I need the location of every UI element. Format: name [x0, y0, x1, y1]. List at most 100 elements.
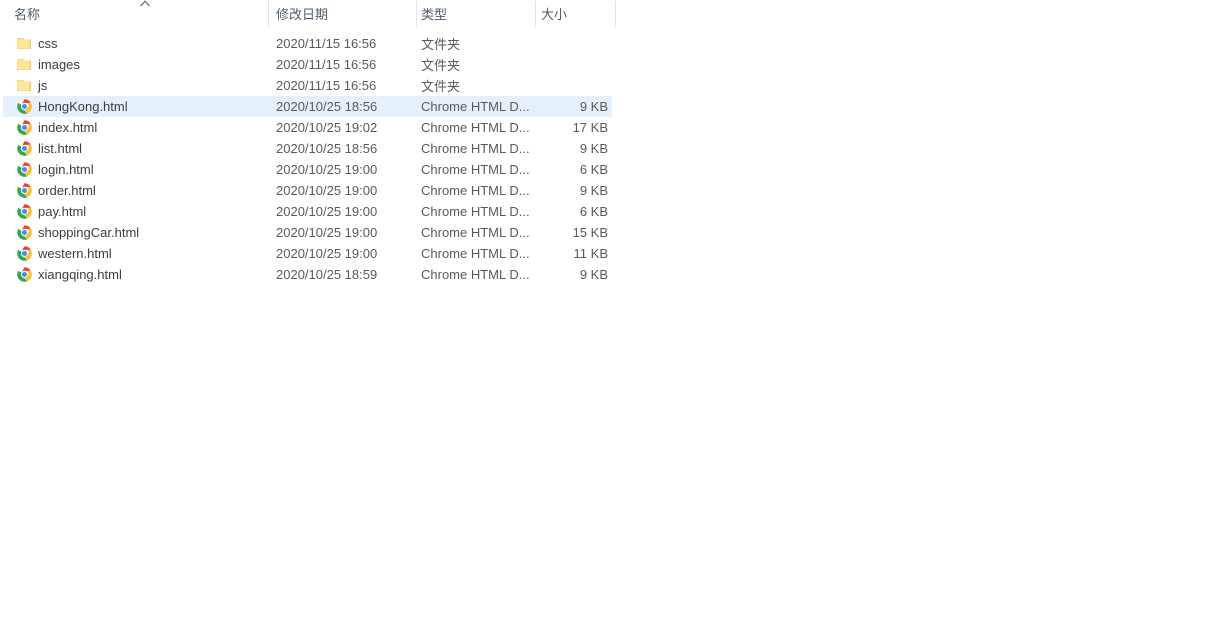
chrome-html-icon — [16, 119, 33, 136]
column-divider-size-end[interactable] — [615, 1, 616, 27]
file-row[interactable]: pay.html 2020/10/25 19:00 Chrome HTML D...… — [0, 201, 616, 222]
column-divider-date-type[interactable] — [416, 1, 417, 27]
file-name-cell[interactable]: HongKong.html — [16, 96, 266, 117]
file-date-modified-cell: 2020/10/25 18:59 — [276, 267, 378, 282]
file-size-cell — [535, 54, 608, 75]
file-name-cell[interactable]: js — [16, 75, 266, 96]
column-header-type[interactable]: 类型 — [416, 0, 535, 27]
folder-icon — [16, 56, 33, 73]
chrome-html-icon — [16, 266, 33, 283]
column-header-date-modified-label: 修改日期 — [276, 7, 329, 22]
file-type-cell: 文件夹 — [421, 37, 461, 52]
file-date-modified-cell: 2020/11/15 16:56 — [276, 78, 377, 93]
column-header-date-modified[interactable]: 修改日期 — [268, 0, 416, 27]
file-row[interactable]: login.html 2020/10/25 19:00 Chrome HTML D.… — [0, 159, 616, 180]
file-name-label: western.html — [38, 246, 112, 261]
file-name-label: images — [38, 57, 80, 72]
file-name-label: list.html — [38, 141, 83, 156]
folder-icon — [16, 77, 33, 94]
file-type-cell: 文件夹 — [421, 58, 461, 73]
file-size-cell: 9 KB — [579, 141, 608, 156]
file-name-label: shoppingCar.html — [38, 225, 140, 240]
file-row[interactable]: images 2020/11/15 16:56 文件夹 — [0, 54, 616, 75]
file-date-modified-cell: 2020/11/15 16:56 — [276, 57, 377, 72]
column-header-size-label: 大小 — [541, 7, 568, 22]
file-type-cell: Chrome HTML D... — [421, 183, 530, 198]
column-header-name[interactable]: 名称 — [0, 0, 268, 27]
file-row[interactable]: western.html 2020/10/25 19:00 Chrome HTML … — [0, 243, 616, 264]
chevron-up-icon — [139, 0, 151, 7]
file-row[interactable]: index.html 2020/10/25 19:02 Chrome HTML D.… — [0, 117, 616, 138]
file-size-cell: 15 KB — [572, 225, 608, 240]
file-name-label: HongKong.html — [38, 99, 128, 114]
file-name-cell[interactable]: index.html — [16, 117, 266, 138]
file-type-cell: Chrome HTML D... — [421, 267, 530, 282]
file-row[interactable]: xiangqing.html 2020/10/25 18:59 Chrome HTM… — [0, 264, 616, 285]
file-row[interactable]: order.html 2020/10/25 19:00 Chrome HTML D.… — [0, 180, 616, 201]
file-size-cell: 17 KB — [572, 120, 608, 135]
file-size-cell: 6 KB — [579, 204, 608, 219]
file-name-cell[interactable]: css — [16, 33, 266, 54]
file-name-cell[interactable]: login.html — [16, 159, 266, 180]
file-date-modified-cell: 2020/10/25 18:56 — [276, 99, 378, 114]
file-row[interactable]: js 2020/11/15 16:56 文件夹 — [0, 75, 616, 96]
file-explorer-list-view: 名称 修改日期 类型 大小 css 2020/11/15 16:56 文件夹 imag… — [0, 0, 1206, 622]
file-type-cell: Chrome HTML D... — [421, 204, 530, 219]
chrome-html-icon — [16, 98, 33, 115]
file-size-cell: 9 KB — [579, 267, 608, 282]
file-type-cell: Chrome HTML D... — [421, 99, 530, 114]
file-row[interactable]: shoppingCar.html 2020/10/25 19:00 Chrome H… — [0, 222, 616, 243]
file-date-modified-cell: 2020/10/25 18:56 — [276, 141, 378, 156]
column-header-size[interactable]: 大小 — [535, 0, 616, 27]
chrome-html-icon — [16, 203, 33, 220]
file-size-cell: 11 KB — [573, 246, 608, 261]
file-row[interactable]: HongKong.html 2020/10/25 18:56 Chrome HTML… — [0, 96, 616, 117]
column-header-name-label: 名称 — [14, 7, 41, 22]
file-size-cell — [535, 33, 608, 54]
file-name-cell[interactable]: order.html — [16, 180, 266, 201]
column-divider-type-size[interactable] — [535, 1, 536, 27]
file-list: css 2020/11/15 16:56 文件夹 images 2020/11/15 1… — [0, 33, 616, 285]
file-name-label: js — [38, 78, 48, 93]
file-name-label: css — [38, 36, 58, 51]
chrome-html-icon — [16, 161, 33, 178]
chrome-html-icon — [16, 224, 33, 241]
file-type-cell: Chrome HTML D... — [421, 162, 530, 177]
chrome-html-icon — [16, 245, 33, 262]
chrome-html-icon — [16, 140, 33, 157]
file-date-modified-cell: 2020/10/25 19:00 — [276, 183, 378, 198]
file-type-cell: Chrome HTML D... — [421, 141, 530, 156]
file-type-cell: Chrome HTML D... — [421, 246, 530, 261]
file-name-label: login.html — [38, 162, 94, 177]
column-header-type-label: 类型 — [421, 7, 448, 22]
file-row[interactable]: list.html 2020/10/25 18:56 Chrome HTML D..… — [0, 138, 616, 159]
file-name-cell[interactable]: xiangqing.html — [16, 264, 266, 285]
file-name-label: pay.html — [38, 204, 87, 219]
column-header-row: 名称 修改日期 类型 大小 — [0, 0, 616, 27]
folder-icon — [16, 35, 33, 52]
file-size-cell: 9 KB — [579, 99, 608, 114]
file-date-modified-cell: 2020/11/15 16:56 — [276, 36, 377, 51]
file-date-modified-cell: 2020/10/25 19:02 — [276, 120, 378, 135]
file-date-modified-cell: 2020/10/25 19:00 — [276, 204, 378, 219]
file-name-cell[interactable]: shoppingCar.html — [16, 222, 266, 243]
file-date-modified-cell: 2020/10/25 19:00 — [276, 225, 378, 240]
column-divider-name-date[interactable] — [268, 1, 269, 27]
file-date-modified-cell: 2020/10/25 19:00 — [276, 162, 378, 177]
file-name-label: index.html — [38, 120, 98, 135]
file-size-cell: 9 KB — [579, 183, 608, 198]
file-name-label: xiangqing.html — [38, 267, 122, 282]
file-name-cell[interactable]: images — [16, 54, 266, 75]
file-date-modified-cell: 2020/10/25 19:00 — [276, 246, 378, 261]
file-type-cell: 文件夹 — [421, 79, 461, 94]
file-row[interactable]: css 2020/11/15 16:56 文件夹 — [0, 33, 616, 54]
file-name-label: order.html — [38, 183, 96, 198]
file-name-cell[interactable]: pay.html — [16, 201, 266, 222]
file-name-cell[interactable]: list.html — [16, 138, 266, 159]
file-size-cell — [535, 75, 608, 96]
file-size-cell: 6 KB — [579, 162, 608, 177]
file-name-cell[interactable]: western.html — [16, 243, 266, 264]
file-type-cell: Chrome HTML D... — [421, 120, 530, 135]
chrome-html-icon — [16, 182, 33, 199]
file-type-cell: Chrome HTML D... — [421, 225, 530, 240]
